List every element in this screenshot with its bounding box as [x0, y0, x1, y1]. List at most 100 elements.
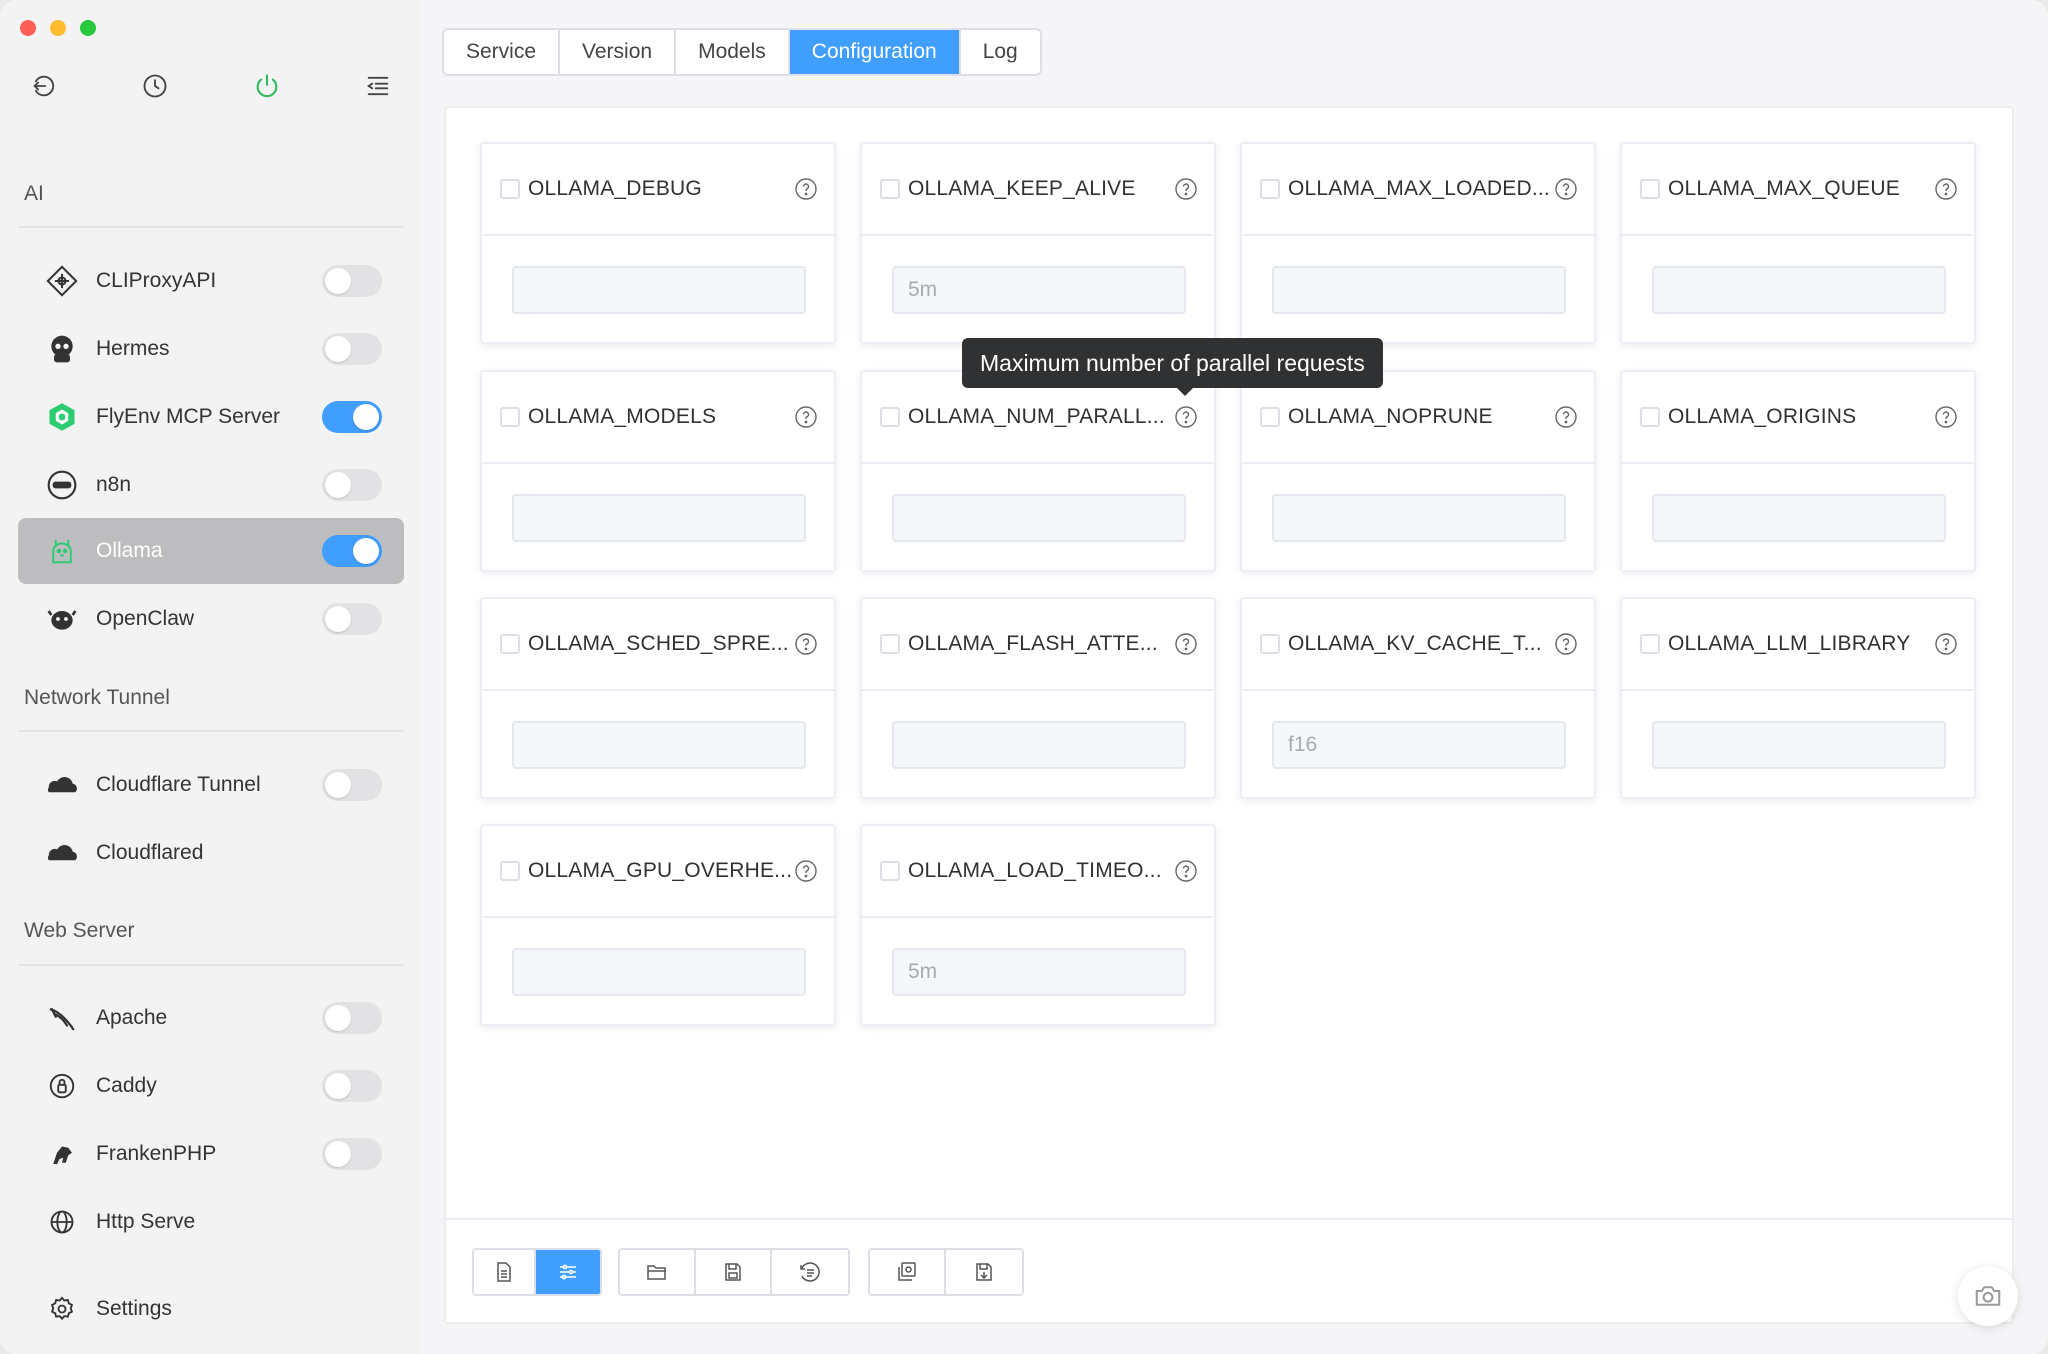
config-value-input[interactable]	[512, 266, 806, 314]
tab-service[interactable]: Service	[444, 30, 561, 74]
config-value-input[interactable]	[1272, 494, 1566, 542]
enable-checkbox[interactable]	[500, 861, 520, 881]
config-value-input[interactable]	[892, 494, 1186, 542]
sidebar-item-frankenphp[interactable]: FrankenPHP	[18, 1121, 404, 1187]
help-icon[interactable]	[1174, 632, 1198, 656]
collapse-menu-icon[interactable]	[360, 68, 396, 104]
service-toggle[interactable]	[322, 603, 382, 635]
help-icon[interactable]	[794, 177, 818, 201]
sidebar-item-http-serve[interactable]: Http Serve	[18, 1189, 404, 1255]
enable-checkbox[interactable]	[500, 179, 520, 199]
config-key-label: OLLAMA_LOAD_TIMEO...	[908, 859, 1162, 882]
service-toggle[interactable]	[322, 769, 382, 801]
config-key-label: OLLAMA_MAX_QUEUE	[1668, 177, 1900, 200]
enable-checkbox[interactable]	[500, 634, 520, 654]
sidebar-item-label: Cloudflared	[96, 841, 204, 864]
enable-checkbox[interactable]	[880, 407, 900, 427]
service-toggle[interactable]	[322, 1070, 382, 1102]
service-toggle[interactable]	[322, 535, 382, 567]
help-icon[interactable]	[1174, 405, 1198, 429]
enable-checkbox[interactable]	[1260, 634, 1280, 654]
tab-configuration[interactable]: Configuration	[789, 30, 961, 74]
config-value-input[interactable]	[1652, 721, 1946, 769]
sidebar-item-flyenv-mcp-server[interactable]: FlyEnv MCP Server	[18, 384, 404, 450]
help-icon[interactable]	[794, 405, 818, 429]
openclaw-icon	[44, 601, 80, 637]
enable-checkbox[interactable]	[1260, 179, 1280, 199]
help-icon[interactable]	[1934, 177, 1958, 201]
service-toggle[interactable]	[322, 1138, 382, 1170]
sidebar-item-openclaw[interactable]: OpenClaw	[18, 586, 404, 652]
sidebar-item-settings[interactable]: Settings	[18, 1276, 404, 1342]
caddy-icon	[44, 1068, 80, 1104]
config-value-input[interactable]	[512, 948, 806, 996]
config-value-input[interactable]	[892, 948, 1186, 996]
sidebar-item-n8n[interactable]: n8n	[18, 452, 404, 518]
config-card: OLLAMA_LOAD_TIMEO...	[860, 824, 1216, 1026]
tab-models[interactable]: Models	[676, 30, 790, 74]
config-value-input[interactable]	[1652, 494, 1946, 542]
enable-checkbox[interactable]	[1640, 407, 1660, 427]
save-button[interactable]	[696, 1250, 772, 1294]
section-title-network-tunnel: Network Tunnel	[24, 686, 170, 709]
enable-checkbox[interactable]	[1640, 179, 1660, 199]
enable-checkbox[interactable]	[880, 634, 900, 654]
settings-view-button[interactable]	[536, 1250, 600, 1294]
back-icon[interactable]	[26, 68, 62, 104]
window-controls	[20, 20, 96, 36]
tab-version[interactable]: Version	[560, 30, 677, 74]
save-config-button[interactable]	[946, 1250, 1022, 1294]
config-value-input[interactable]	[1652, 266, 1946, 314]
sidebar-item-caddy[interactable]: Caddy	[18, 1053, 404, 1119]
enable-checkbox[interactable]	[1260, 407, 1280, 427]
help-icon[interactable]	[1554, 177, 1578, 201]
config-value-input[interactable]	[1272, 721, 1566, 769]
help-icon[interactable]	[1174, 177, 1198, 201]
help-icon[interactable]	[1554, 405, 1578, 429]
sidebar-item-cloudflare-tunnel[interactable]: Cloudflare Tunnel	[18, 752, 404, 818]
sidebar-item-ollama[interactable]: Ollama	[18, 518, 404, 584]
sidebar-item-apache[interactable]: Apache	[18, 985, 404, 1051]
load-config-button[interactable]	[870, 1250, 946, 1294]
tab-log[interactable]: Log	[960, 30, 1040, 74]
enable-checkbox[interactable]	[500, 407, 520, 427]
enable-checkbox[interactable]	[880, 861, 900, 881]
service-toggle[interactable]	[322, 333, 382, 365]
sidebar-item-hermes[interactable]: Hermes	[18, 316, 404, 382]
close-window-button[interactable]	[20, 20, 36, 36]
config-value-input[interactable]	[1272, 266, 1566, 314]
screenshot-button[interactable]	[1958, 1266, 2018, 1326]
help-icon[interactable]	[1934, 632, 1958, 656]
cliproxy-icon	[44, 263, 80, 299]
zoom-window-button[interactable]	[80, 20, 96, 36]
config-actions-group	[868, 1248, 1024, 1296]
sidebar-item-label: Settings	[96, 1297, 172, 1320]
config-card-header: OLLAMA_SCHED_SPRE...	[482, 599, 834, 691]
config-value-input[interactable]	[512, 494, 806, 542]
open-folder-button[interactable]	[620, 1250, 696, 1294]
help-icon[interactable]	[794, 632, 818, 656]
help-icon[interactable]	[794, 859, 818, 883]
config-value-input[interactable]	[892, 266, 1186, 314]
document-view-button[interactable]	[474, 1250, 536, 1294]
service-toggle[interactable]	[322, 1002, 382, 1034]
minimize-window-button[interactable]	[50, 20, 66, 36]
config-card: OLLAMA_NUM_PARALL...	[860, 370, 1216, 572]
config-value-input[interactable]	[512, 721, 806, 769]
help-icon[interactable]	[1554, 632, 1578, 656]
service-toggle[interactable]	[322, 265, 382, 297]
sidebar-item-cliproxyapi[interactable]: CLIProxyAPI	[18, 248, 404, 314]
help-icon[interactable]	[1174, 859, 1198, 883]
enable-checkbox[interactable]	[880, 179, 900, 199]
flyenv-mcp-icon	[44, 399, 80, 435]
help-icon[interactable]	[1934, 405, 1958, 429]
config-value-input[interactable]	[892, 721, 1186, 769]
history-icon[interactable]	[137, 68, 173, 104]
power-icon[interactable]	[249, 68, 285, 104]
config-card: OLLAMA_KEEP_ALIVE	[860, 142, 1216, 344]
service-toggle[interactable]	[322, 469, 382, 501]
sidebar-item-cloudflared[interactable]: Cloudflared	[18, 820, 404, 886]
enable-checkbox[interactable]	[1640, 634, 1660, 654]
service-toggle[interactable]	[322, 401, 382, 433]
history-button[interactable]	[772, 1250, 848, 1294]
